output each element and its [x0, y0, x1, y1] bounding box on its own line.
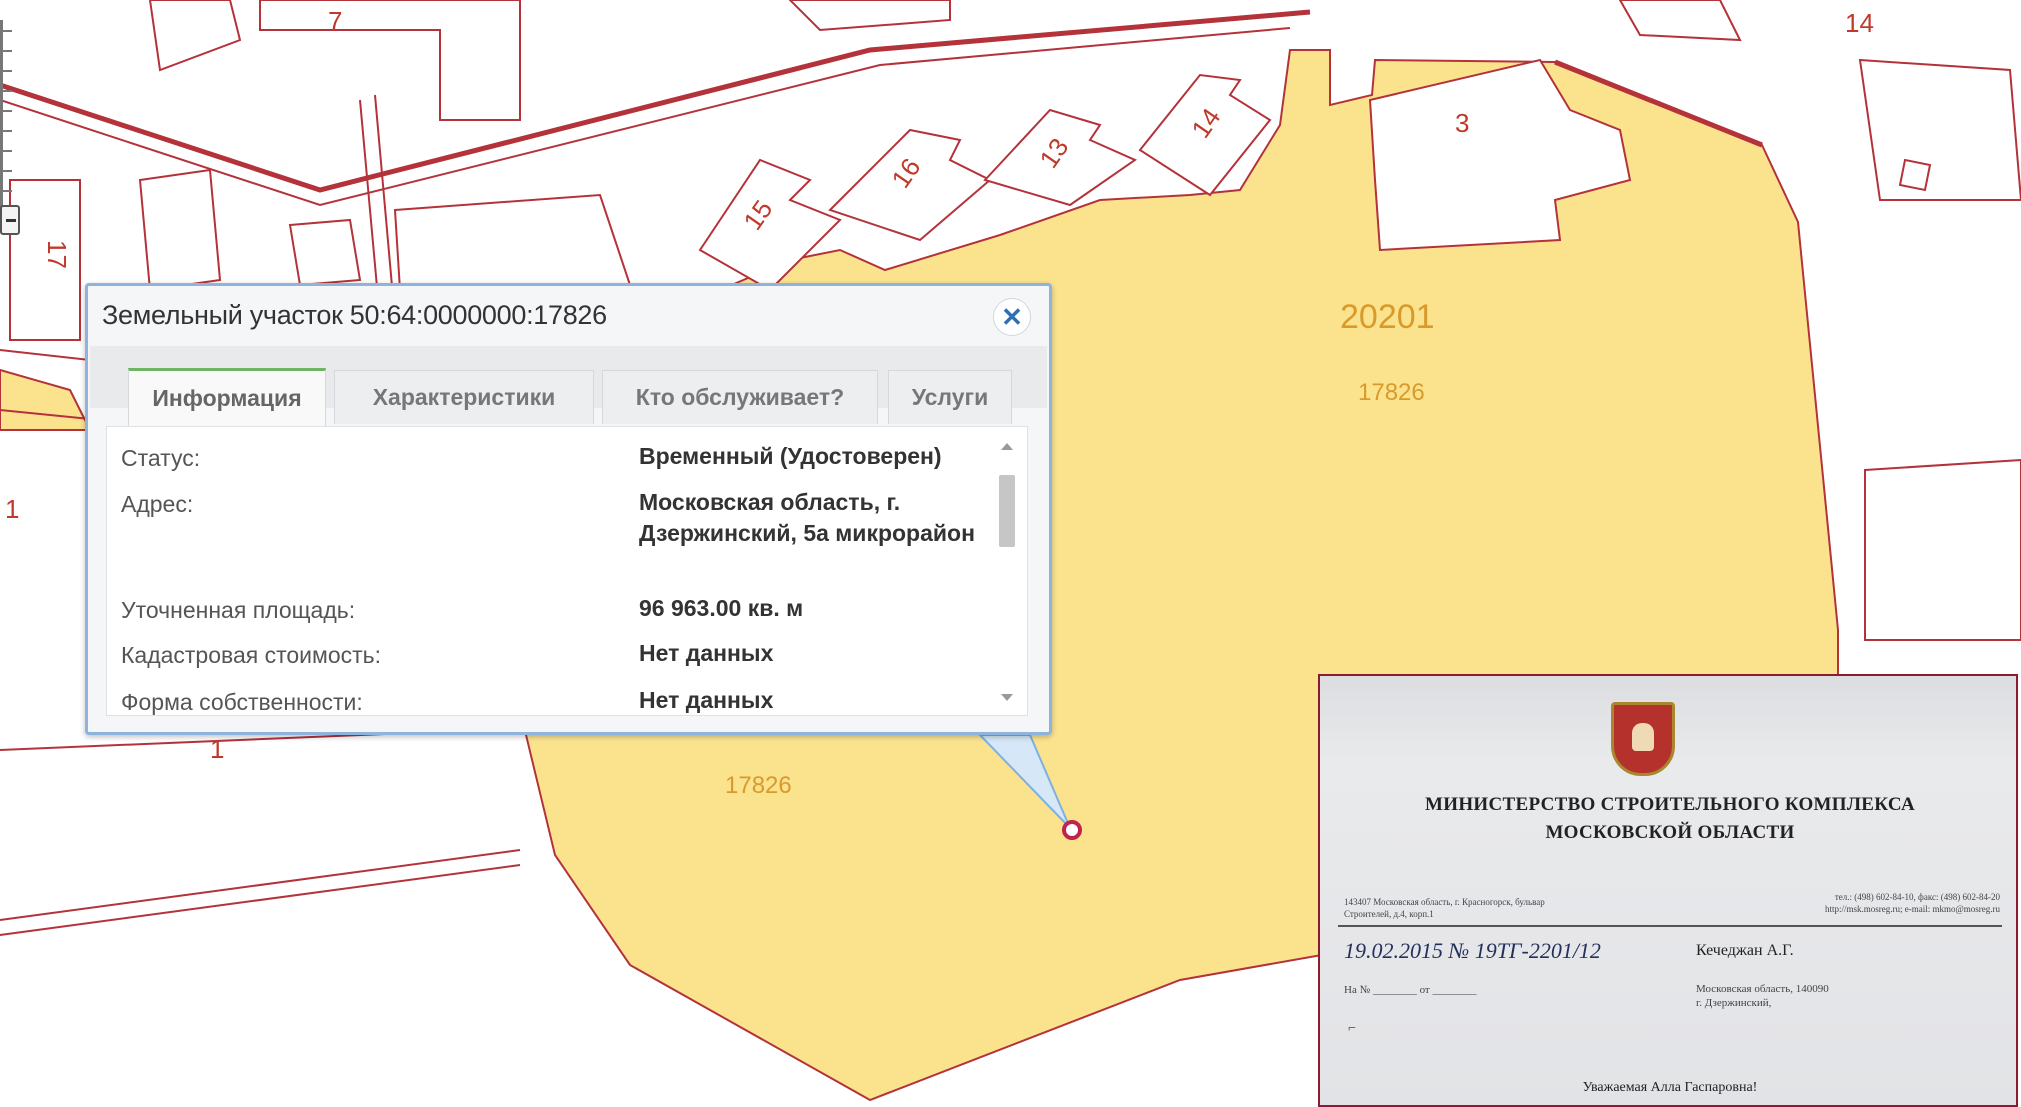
- ownership-label: Форма собственности:: [121, 689, 363, 715]
- building-7: [259, 0, 521, 121]
- info-panel[interactable]: Статус: Временный (Удостоверен) Адрес: М…: [106, 426, 1028, 716]
- parcel-label-lower: 17826: [725, 772, 792, 799]
- area-label: Уточненная площадь:: [121, 597, 356, 623]
- letter-greeting: Уважаемая Алла Гаспаровна!: [1582, 1080, 1758, 1095]
- zoom-slider-handle[interactable]: [0, 205, 20, 235]
- tab-services[interactable]: Услуги: [888, 370, 1012, 424]
- building-top-1: [148, 0, 242, 72]
- address-label: Адрес:: [121, 491, 194, 517]
- plot-label-1-bottom: 1: [210, 734, 224, 764]
- building-right-2: [1898, 158, 1932, 192]
- letter-corner-mark: ⌐: [1348, 1021, 1356, 1036]
- coat-of-arms-icon: [1611, 702, 1675, 776]
- building-top-mid: [788, 0, 951, 32]
- letter-reference: На № ________ от ________: [1344, 984, 1477, 996]
- letter-recipient-address: Московская область, 140090 г. Дзержински…: [1696, 983, 1829, 1009]
- minus-icon: [6, 219, 16, 222]
- block-label: 20201: [1340, 298, 1435, 336]
- ministry-name-line2: МОСКОВСКОЙ ОБЛАСТИ: [1545, 822, 1795, 843]
- popup-title: Земельный участок 50:64:0000000:17826: [102, 300, 607, 330]
- road-bottom-left-2: [0, 864, 521, 936]
- ownership-value: Нет данных: [639, 687, 774, 713]
- scroll-down-icon[interactable]: [1001, 694, 1013, 701]
- location-marker[interactable]: [1062, 820, 1082, 840]
- cadastral-value-label: Кадастровая стоимость:: [121, 642, 382, 668]
- close-icon[interactable]: ✕: [993, 298, 1031, 336]
- area-value: 96 963.00 кв. м: [639, 595, 804, 621]
- plot-label-14-top: 14: [1845, 8, 1874, 38]
- ministry-name-line1: МИНИСТЕРСТВО СТРОИТЕЛЬНОГО КОМПЛЕКСА: [1425, 794, 1915, 815]
- parcel-info-popup: Земельный участок 50:64:0000000:17826 ✕ …: [85, 283, 1052, 735]
- letter-address-right: тел.: (498) 602-84-10, факс: (498) 602-8…: [1824, 892, 2000, 914]
- scroll-thumb[interactable]: [999, 475, 1015, 547]
- plot-label-7: 7: [328, 6, 342, 36]
- tab-characteristics[interactable]: Характеристики: [334, 370, 594, 424]
- status-value: Временный (Удостоверен): [639, 443, 942, 469]
- letter-recipient: Кечеджан А.Г.: [1696, 942, 1794, 959]
- address-value: Московская область, г. Дзержинский, 5а м…: [639, 489, 975, 546]
- cadastral-value-value: Нет данных: [639, 640, 774, 666]
- building-14-top: [1618, 0, 1742, 42]
- scroll-up-icon[interactable]: [1001, 443, 1013, 450]
- zoom-slider[interactable]: [0, 20, 17, 220]
- letter-date-number: 19.02.2015 № 19ТГ-2201/12: [1344, 938, 1601, 963]
- ministry-letter-photo: МИНИСТЕРСТВО СТРОИТЕЛЬНОГО КОМПЛЕКСА МОС…: [1318, 674, 2018, 1107]
- building-right-3: [1864, 458, 2021, 641]
- building-left-3: [288, 218, 362, 287]
- plot-label-3: 3: [1455, 108, 1469, 138]
- status-label: Статус:: [121, 445, 201, 471]
- building-left-4: [393, 193, 632, 292]
- info-scrollbar[interactable]: [995, 437, 1019, 707]
- plot-label-1-left: 1: [5, 494, 19, 524]
- letter-divider: [1338, 925, 2002, 927]
- building-right-1: [1858, 58, 2021, 201]
- parcel-label-upper: 17826: [1358, 379, 1425, 406]
- plot-label-17: 17: [42, 240, 72, 269]
- tab-service-providers[interactable]: Кто обслуживает?: [602, 370, 878, 424]
- letter-address-left: 143407 Московская область, г. Красногорс…: [1344, 897, 1545, 919]
- tab-information[interactable]: Информация: [128, 368, 326, 426]
- road-bottom-left: [0, 849, 521, 921]
- building-left-2: [138, 168, 222, 292]
- parcel-edge-left: [0, 368, 92, 431]
